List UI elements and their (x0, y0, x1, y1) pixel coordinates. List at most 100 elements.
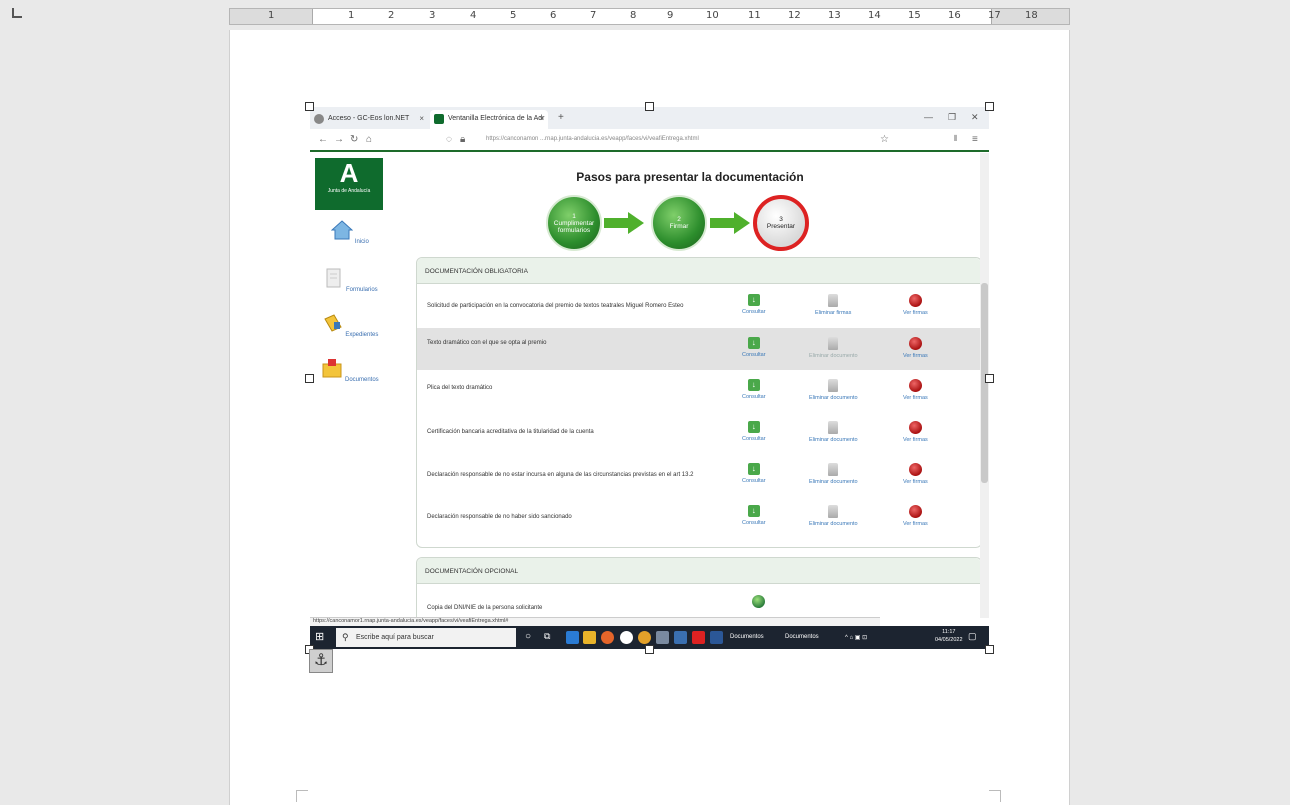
task-view-icon[interactable]: ⧉ (544, 631, 557, 644)
anchor-icon[interactable]: ⚓︎ (309, 649, 333, 673)
seal-icon (908, 505, 922, 518)
browser-tab[interactable]: Acceso - GC-Eos lon.NET × (310, 110, 428, 129)
address-bar: ← → ↻ ⌂ ◌ 🔒︎ https://canconamon ...rnap.… (310, 129, 989, 152)
sidebar-item-expedientes[interactable]: Expedientes (320, 313, 380, 338)
browser-tab-active[interactable]: Ventanilla Electrónica de la Adr × (430, 110, 548, 129)
delete-document-button[interactable]: Eliminar documento (809, 421, 858, 443)
taskbar-clock[interactable]: 11:17 04/05/2022 (935, 628, 963, 644)
tab-selector-icon[interactable] (12, 8, 22, 18)
horizontal-ruler[interactable]: 1 1 2 3 4 5 6 7 8 9 10 11 12 13 14 15 16… (229, 8, 1070, 25)
file-explorer-icon[interactable] (583, 631, 596, 644)
view-signatures-button[interactable]: Ver firmas (903, 421, 928, 443)
chrome-icon[interactable] (638, 631, 651, 644)
sidebar-item-documentos[interactable]: Documentos (320, 358, 380, 383)
sidebar-item-label: Documentos (344, 377, 379, 383)
search-icon: ⚲ (342, 632, 349, 642)
delete-document-button[interactable]: Eliminar documento (809, 379, 858, 401)
consult-button[interactable]: ↓ Consultar (742, 421, 766, 442)
junta-logo[interactable]: A Junta de Andalucía (315, 158, 383, 210)
minimize-icon[interactable]: — (924, 112, 933, 122)
step-number: 1 (572, 212, 576, 220)
notifications-icon[interactable]: ▢ (968, 631, 977, 642)
sidebar-item-formularios[interactable]: Formularios (320, 268, 380, 293)
scroll-thumb[interactable] (981, 283, 988, 483)
tab-label: Ventanilla Electrónica de la Adr (448, 115, 545, 122)
menu-icon[interactable]: ≡ (972, 134, 978, 145)
delete-document-button[interactable]: Eliminar documento (809, 337, 858, 359)
seal-icon (908, 463, 922, 476)
download-icon: ↓ (747, 505, 760, 517)
consult-button[interactable]: ↓ Consultar (742, 505, 766, 526)
close-icon[interactable]: × (419, 114, 424, 123)
view-signatures-button[interactable]: Ver firmas (903, 379, 928, 401)
reload-icon[interactable]: ↻ (350, 134, 358, 145)
doc-name: Texto dramático con el que se opta al pr… (427, 340, 547, 346)
windows-start-icon[interactable]: ⊞ (315, 632, 326, 643)
ruler-number: 12 (788, 10, 801, 21)
bookmark-star-icon[interactable]: ☆ (880, 134, 889, 145)
taskbar-item-documentos[interactable]: Documentos (785, 634, 819, 640)
app-icon[interactable] (620, 631, 633, 644)
resize-handle[interactable] (985, 645, 994, 654)
delete-document-button[interactable]: Eliminar documento (809, 463, 858, 485)
ruler-number: 10 (706, 10, 719, 21)
view-signatures-button[interactable]: Ver firmas (903, 337, 928, 359)
close-icon[interactable]: × (539, 114, 544, 123)
seal-icon (908, 294, 922, 307)
step-presentar[interactable]: 3 Presentar (753, 195, 809, 251)
resize-handle[interactable] (645, 645, 654, 654)
edge-icon[interactable] (566, 631, 579, 644)
acrobat-icon[interactable] (692, 631, 705, 644)
system-tray-icon[interactable]: ^ ⌂ ▣ ⊡ (845, 634, 867, 641)
close-window-icon[interactable]: ✕ (971, 112, 979, 123)
mandatory-docs-section: DOCUMENTACIÓN OBLIGATORIA Solicitud de p… (416, 257, 980, 548)
consult-button[interactable]: ↓ Consultar (742, 379, 766, 400)
step-cumplimentar[interactable]: 1 Cumplimentar formularios (546, 195, 602, 251)
consult-button[interactable]: ↓ Consultar (742, 463, 766, 484)
view-signatures-button[interactable]: Ver firmas (903, 505, 928, 527)
new-tab-button[interactable]: + (558, 112, 564, 123)
url-field[interactable]: https://canconamon ...rnap.junta-andaluc… (486, 136, 699, 142)
resize-handle[interactable] (985, 102, 994, 111)
outlook-icon[interactable] (674, 631, 687, 644)
ruler-number: 7 (590, 10, 597, 21)
word-icon[interactable] (710, 631, 723, 644)
library-icon[interactable]: ⫴ (954, 134, 957, 144)
download-icon: ↓ (747, 463, 760, 475)
signatures-label: Ver firmas (903, 310, 928, 316)
forms-icon (326, 268, 341, 288)
delete-document-button[interactable]: Eliminar documento (809, 505, 858, 527)
taskbar-search[interactable]: ⚲ Escribe aquí para buscar (336, 628, 516, 647)
sidebar-item-inicio[interactable]: Inicio (320, 220, 380, 245)
sidebar-item-label: Expedientes (345, 332, 379, 338)
app-icon[interactable] (656, 631, 669, 644)
firefox-icon[interactable] (601, 631, 614, 644)
view-signatures-button[interactable]: Ver firmas (903, 463, 928, 485)
resize-handle[interactable] (305, 102, 314, 111)
lock-icon: 🔒︎ (460, 134, 466, 145)
signatures-label: Ver firmas (903, 353, 928, 359)
consult-button[interactable]: ↓ Consultar (742, 294, 766, 315)
consult-label: Consultar (742, 352, 766, 358)
step-label: Presentar (766, 223, 796, 230)
resize-handle[interactable] (645, 102, 654, 111)
restore-icon[interactable]: ❐ (948, 112, 956, 123)
consult-button[interactable]: ↓ Consultar (742, 337, 766, 358)
forward-icon[interactable]: → (334, 134, 344, 145)
delete-signatures-button[interactable]: Eliminar firmas (815, 294, 851, 316)
home-icon[interactable]: ⌂ (366, 134, 372, 145)
taskbar-item-documentos[interactable]: Documentos (730, 634, 764, 640)
view-signatures-button[interactable]: Ver firmas (903, 294, 928, 316)
resize-handle[interactable] (305, 374, 314, 383)
doc-name: Declaración responsable de no haber sido… (427, 514, 572, 520)
trash-icon (828, 294, 839, 307)
resize-handle[interactable] (985, 374, 994, 383)
delete-label: Eliminar documento (809, 437, 858, 443)
upload-button[interactable] (752, 595, 765, 611)
cortana-icon[interactable]: ○ (525, 631, 538, 644)
step-firmar[interactable]: 2 Firmar (651, 195, 707, 251)
vertical-scrollbar[interactable] (980, 153, 989, 618)
sidebar-item-label: Inicio (354, 239, 369, 245)
seal-icon (908, 421, 922, 434)
back-icon[interactable]: ← (318, 134, 328, 145)
